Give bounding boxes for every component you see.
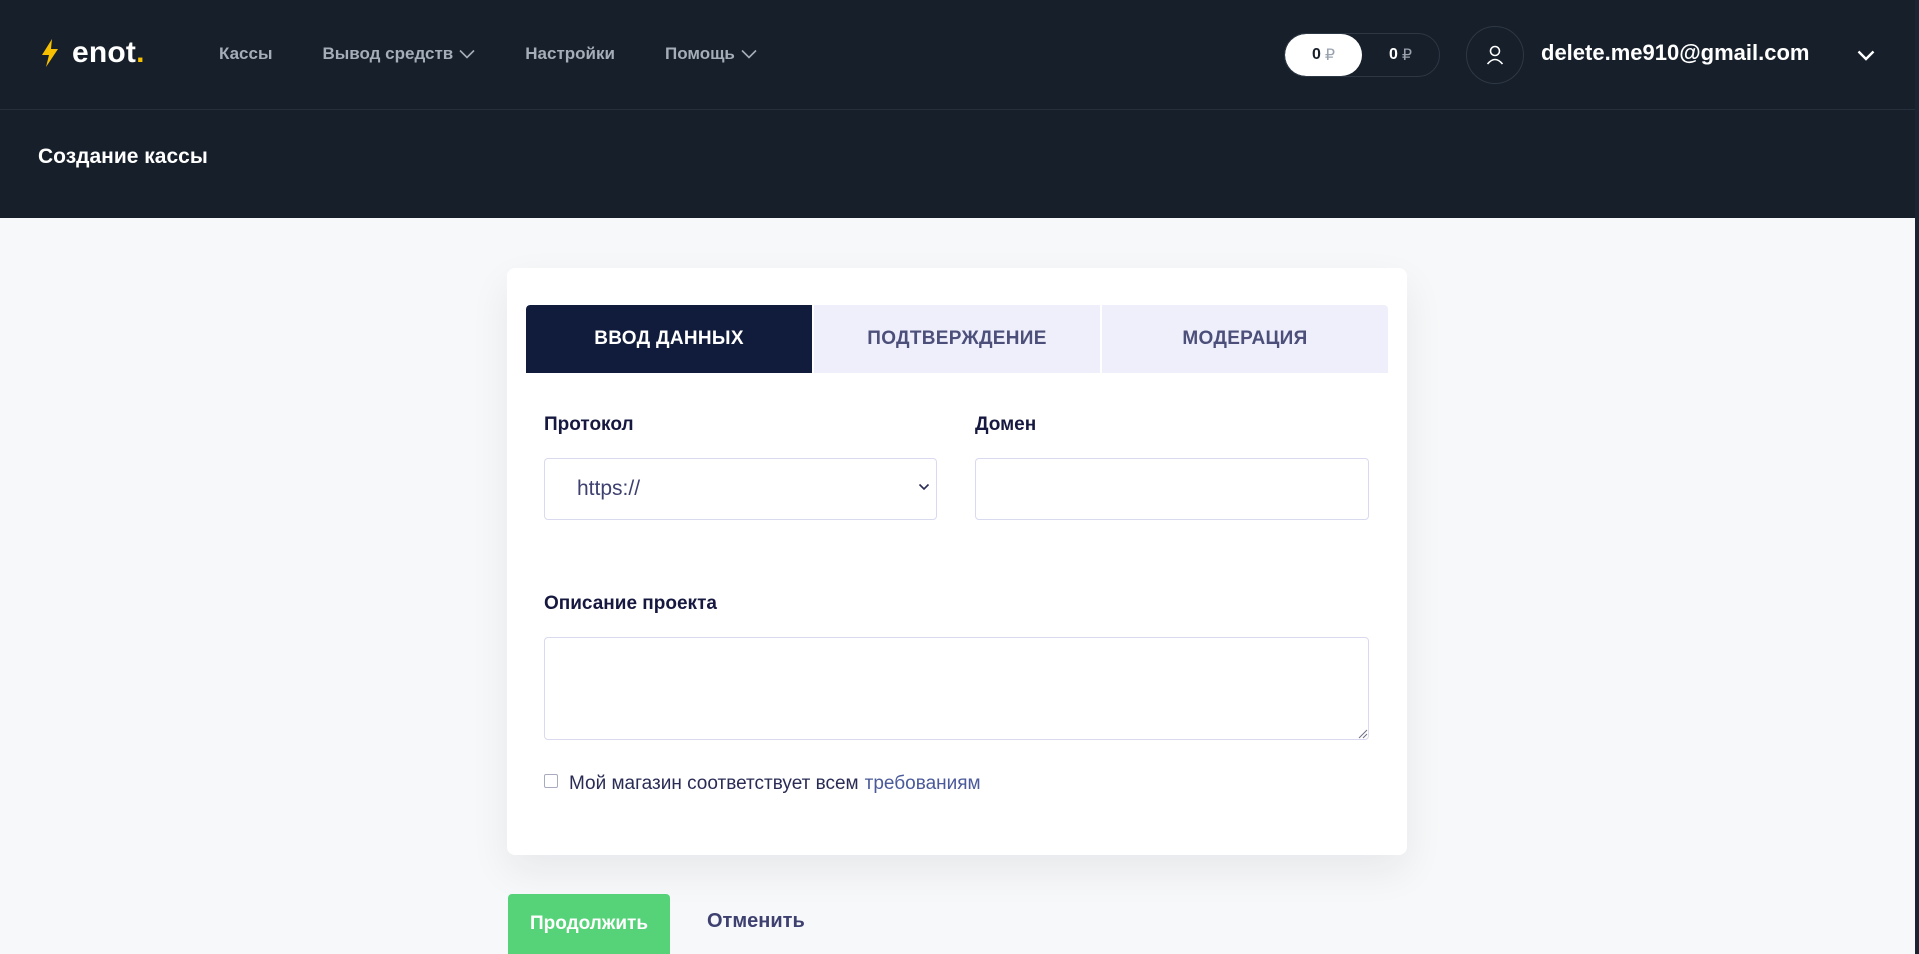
step-confirmation[interactable]: ПОДТВЕРЖДЕНИЕ <box>814 305 1102 373</box>
domain-input[interactable] <box>975 458 1369 520</box>
nav-item-settings[interactable]: Настройки <box>525 44 615 64</box>
brand-name: enot <box>72 36 137 69</box>
lightning-icon <box>42 39 58 67</box>
description-textarea[interactable] <box>544 637 1369 740</box>
step-data-entry[interactable]: ВВОД ДАННЫХ <box>526 305 814 373</box>
chevron-down-icon <box>918 483 930 491</box>
chevron-down-icon <box>459 49 475 59</box>
step-label: ВВОД ДАННЫХ <box>594 328 744 349</box>
description-label: Описание проекта <box>544 593 717 614</box>
resize-grip-icon[interactable] <box>1357 728 1368 739</box>
window-scrollbar[interactable] <box>1915 0 1919 954</box>
nav-item-label: Помощь <box>664 44 735 63</box>
agree-checkbox[interactable] <box>544 774 558 788</box>
step-moderation[interactable]: МОДЕРАЦИЯ <box>1102 305 1388 373</box>
top-navbar: enot. Кассы Вывод средств Настройки Помо… <box>0 0 1915 110</box>
balance-amount: 0 <box>1311 46 1321 63</box>
requirements-link[interactable]: требованиям <box>865 773 981 795</box>
balance-primary[interactable]: 0 ₽ <box>1285 34 1362 76</box>
user-menu-toggle[interactable] <box>1854 44 1878 66</box>
nav-item-label: Настройки <box>525 44 615 63</box>
chevron-down-icon <box>741 49 757 59</box>
create-kassa-card: ВВОД ДАННЫХ ПОДТВЕРЖДЕНИЕ МОДЕРАЦИЯ Прот… <box>507 268 1407 855</box>
nav-item-help[interactable]: Помощь <box>665 44 757 64</box>
nav-item-kassy[interactable]: Кассы <box>219 44 272 64</box>
cancel-button[interactable]: Отменить <box>707 910 805 933</box>
protocol-value: https:// <box>577 477 641 500</box>
page: enot. Кассы Вывод средств Настройки Помо… <box>0 0 1919 954</box>
ruble-icon: ₽ <box>1324 47 1336 64</box>
balance-amount: 0 <box>1388 46 1398 63</box>
chevron-down-icon <box>1857 50 1875 61</box>
balance-switcher: 0 ₽ 0 ₽ <box>1284 33 1440 77</box>
nav-item-label: Кассы <box>219 44 273 63</box>
balance-secondary[interactable]: 0 ₽ <box>1362 34 1439 76</box>
page-title: Создание кассы <box>38 145 208 168</box>
nav-item-label: Вывод средств <box>322 44 454 63</box>
brand-logo[interactable]: enot. <box>40 36 145 70</box>
protocol-label: Протокол <box>544 414 634 435</box>
step-label: ПОДТВЕРЖДЕНИЕ <box>867 328 1047 349</box>
avatar[interactable] <box>1466 26 1524 84</box>
step-label: МОДЕРАЦИЯ <box>1182 328 1308 349</box>
user-icon <box>1486 45 1504 65</box>
agree-text: Мой магазин соответствует всем <box>569 773 859 794</box>
main-nav: Кассы Вывод средств Настройки Помощь <box>219 0 807 108</box>
agree-requirements: Мой магазин соответствует всем требовани… <box>544 773 981 795</box>
continue-button[interactable]: Продолжить <box>508 894 670 954</box>
brand-dot: . <box>136 36 145 69</box>
wizard-steps: ВВОД ДАННЫХ ПОДТВЕРЖДЕНИЕ МОДЕРАЦИЯ <box>526 305 1388 373</box>
protocol-select[interactable]: https:// <box>544 458 937 520</box>
ruble-icon: ₽ <box>1401 47 1413 64</box>
page-header <box>0 110 1915 218</box>
user-email[interactable]: delete.me910@gmail.com <box>1541 40 1809 66</box>
domain-label: Домен <box>975 414 1037 435</box>
nav-item-withdraw[interactable]: Вывод средств <box>322 44 475 64</box>
